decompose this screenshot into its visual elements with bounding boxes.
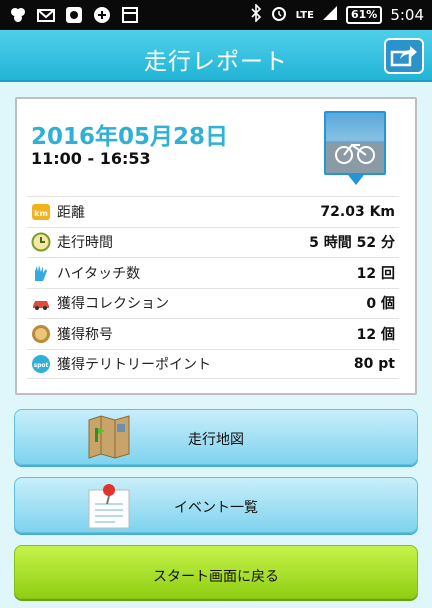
status-bar: LTE 61% 5:04 [0,0,432,30]
ride-stats: km 距離 72.03 Km 走行時間 5 時間 52 分 ハイタッチ数 12 … [27,196,399,379]
km-icon: km [31,202,51,222]
medal-icon [31,324,51,344]
stat-value: 72.03 Km [320,203,395,220]
stat-value: 12 回 [356,265,395,282]
high-five-icon [31,263,51,283]
share-button[interactable] [384,38,424,74]
svg-text:km: km [34,209,48,218]
bluetooth-icon [250,3,262,26]
stat-label: 獲得称号 [57,326,113,343]
photo-pin-pointer [348,175,364,185]
riding-map-button[interactable]: 走行地図 [14,409,418,465]
stat-collections: 獲得コレクション 0 個 [27,287,399,319]
clock-icon [31,232,51,252]
car-icon [31,293,51,313]
stat-value: 80 pt [353,355,395,372]
network-type: LTE [295,9,314,21]
system-status: LTE 61% 5:04 [250,3,424,26]
stat-territory-points: spot 獲得テリトリーポイント 80 pt [27,348,399,379]
spot-icon: spot [31,354,51,374]
back-to-start-label: スタート画面に戻る [153,569,279,585]
report-card: 2016年05月28日 11:00 - 16:53 km 距離 72.03 Km… [15,97,417,395]
calendar-notification-icon [120,5,140,25]
riding-map-label: 走行地図 [188,432,244,448]
status-clock: 5:04 [390,6,424,24]
stat-value: 12 個 [356,326,395,343]
share-icon [390,46,417,67]
photo-notification-icon [64,5,84,25]
alarm-icon [270,4,288,26]
stat-riding-time: 走行時間 5 時間 52 分 [27,226,399,258]
app-header: 走行レポート [0,30,432,82]
event-list-button[interactable]: イベント一覧 [14,477,418,533]
battery-indicator: 61% [345,6,383,24]
stat-label: 距離 [57,204,85,221]
stat-label: ハイタッチ数 [57,265,141,282]
signal-icon [322,5,338,25]
stat-high-fives: ハイタッチ数 12 回 [27,257,399,288]
stat-value: 5 時間 52 分 [309,235,395,252]
stat-label: 獲得テリトリーポイント [57,356,211,373]
ride-photo[interactable] [324,111,386,175]
ride-time-range: 11:00 - 16:53 [31,149,151,168]
stat-distance: km 距離 72.03 Km [27,196,399,227]
svg-text:spot: spot [34,362,49,369]
app-notification-icon [8,5,28,25]
page-title: 走行レポート [144,49,288,75]
back-to-start-button[interactable]: スタート画面に戻る [14,545,418,599]
stat-titles: 獲得称号 12 個 [27,318,399,349]
mail-notification-icon [36,5,56,25]
app-circle-icon [92,5,112,25]
notification-icons [8,5,140,25]
stat-label: 走行時間 [57,235,113,252]
ride-date: 2016年05月28日 [31,124,229,150]
event-list-label: イベント一覧 [174,500,258,516]
stat-label: 獲得コレクション [57,296,169,313]
stat-value: 0 個 [366,296,395,313]
